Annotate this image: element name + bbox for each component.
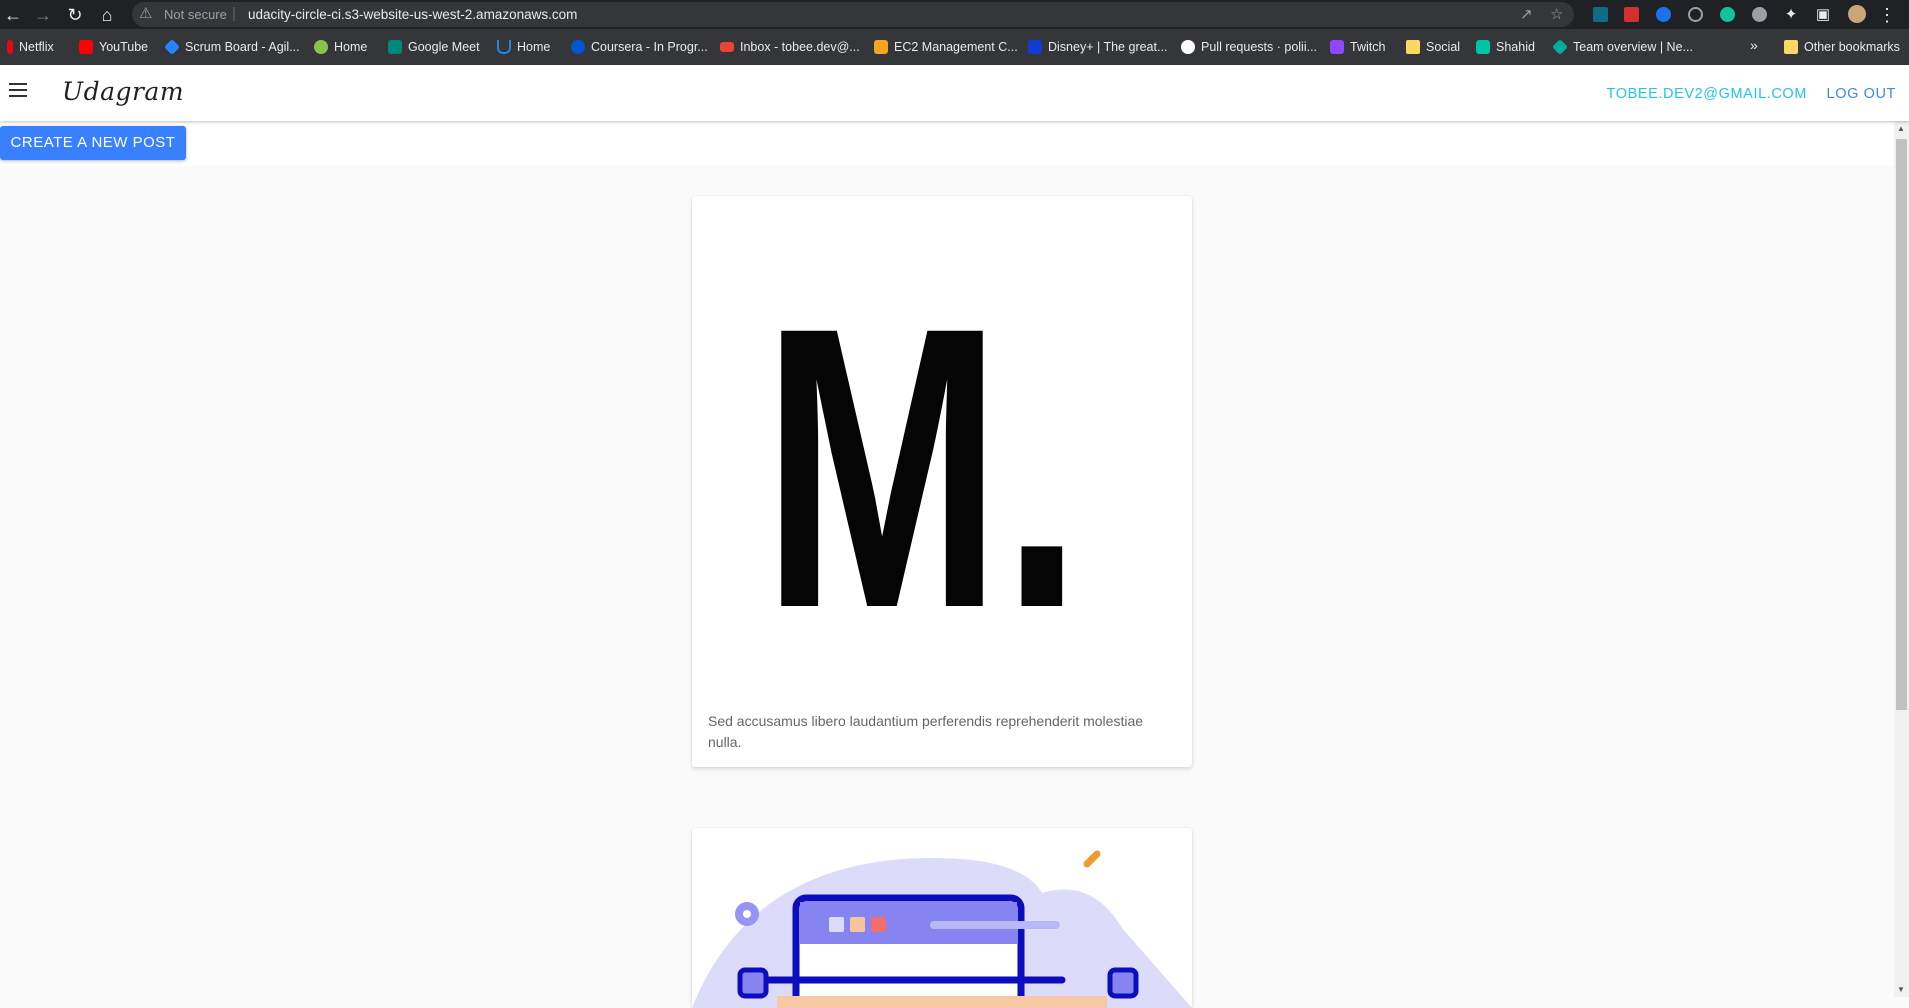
github-icon [1181, 40, 1195, 54]
home-icon[interactable]: ⌂ [96, 4, 118, 26]
share-icon[interactable]: ↗ [1520, 5, 1533, 25]
bookmark-label: Disney+ | The great... [1048, 40, 1168, 54]
post-illustration [692, 850, 1192, 1008]
forward-icon[interactable]: → [32, 4, 54, 26]
bookmark-label: YouTube [99, 40, 149, 54]
bookmark-shahid[interactable]: Shahid [1476, 38, 1535, 56]
illustration-accent [1083, 850, 1101, 868]
post-image-text: M. [762, 244, 1082, 691]
illustration-square [829, 917, 844, 932]
star-icon[interactable]: ☆ [1550, 5, 1563, 25]
browser-toolbar: ← → ↻ ⌂ ⚠ Not secure | udacity-circle-ci… [0, 0, 1909, 29]
home-site-icon [314, 40, 328, 54]
create-post-button[interactable]: CREATE A NEW POST [0, 126, 186, 160]
extension-icon[interactable] [1752, 7, 1767, 22]
content-toolbar [0, 121, 1894, 166]
more-bookmarks-icon[interactable]: » [1750, 37, 1758, 53]
kebab-menu-icon[interactable]: ⋮ [1876, 4, 1898, 26]
bookmark-scrum-board[interactable]: Scrum Board - Agil... [164, 38, 300, 56]
aws-icon [874, 40, 888, 54]
grammarly-icon[interactable] [1720, 7, 1735, 22]
bookmark-label: Social [1426, 40, 1461, 54]
scroll-up-icon[interactable]: ▲ [1897, 124, 1905, 133]
bookmarks-bar: Netflix YouTube Scrum Board - Agil... Ho… [0, 29, 1909, 65]
bookmark-github[interactable]: Pull requests · polii... [1181, 38, 1317, 56]
bookmark-twitch[interactable]: Twitch [1330, 38, 1385, 56]
post-card: M. Sed accusamus libero laudantium perfe… [692, 196, 1192, 767]
illustration-dot-center [743, 910, 751, 918]
gmail-icon [720, 42, 734, 52]
bookmark-label: Scrum Board - Agil... [185, 40, 300, 54]
bookmark-label: Coursera - In Progr... [591, 40, 708, 54]
illustration-square [871, 917, 886, 932]
address-bar[interactable]: ⚠ Not secure | udacity-circle-ci.s3-webs… [132, 2, 1574, 27]
security-label[interactable]: Not secure [164, 7, 227, 22]
extension-icon[interactable] [1624, 7, 1639, 22]
folder-icon [1406, 40, 1420, 54]
profile-avatar[interactable] [1848, 5, 1866, 23]
scroll-thumb[interactable] [1896, 139, 1907, 710]
post-caption: Sed accusamus libero laudantium perferen… [708, 713, 1144, 750]
google-meet-icon [388, 40, 402, 54]
side-panel-icon[interactable]: ▣ [1812, 4, 1834, 26]
user-email-link[interactable]: TOBEE.DEV2@GMAIL.COM [1607, 86, 1808, 102]
netlify-icon [1552, 39, 1568, 55]
bookmark-label: Pull requests · polii... [1201, 40, 1318, 54]
reload-icon[interactable]: ↻ [64, 4, 86, 26]
bookmark-label: EC2 Management C... [894, 40, 1018, 54]
bookmark-home[interactable]: Home [314, 38, 367, 56]
bookmark-folder-social[interactable]: Social [1406, 38, 1460, 56]
bookmark-label: Netflix [19, 40, 54, 54]
bookmark-label: Home [334, 40, 368, 54]
udacity-icon [497, 40, 511, 54]
folder-icon [1784, 40, 1798, 54]
page-scrollbar[interactable]: ▲ ▼ [1894, 121, 1909, 997]
compass-icon[interactable] [1688, 7, 1703, 22]
illustration-line [930, 921, 1060, 929]
illustration-handle [737, 967, 769, 999]
bookmark-ec2[interactable]: EC2 Management C... [874, 38, 1018, 56]
brand-logo[interactable]: Udagram [62, 77, 184, 106]
bookmark-label: Home [517, 40, 551, 54]
shahid-icon [1476, 40, 1490, 54]
extension-icon[interactable] [1656, 7, 1671, 22]
bookmark-label: Other bookmarks [1804, 40, 1900, 54]
bookmark-label: Inbox - tobee.dev@... [740, 40, 860, 54]
coursera-icon [571, 40, 585, 54]
puzzle-icon[interactable]: ✦ [1780, 4, 1802, 26]
bookmark-team-overview[interactable]: Team overview | Ne... [1552, 38, 1693, 56]
extension-icon[interactable] [1593, 7, 1608, 22]
twitch-icon [1330, 40, 1344, 54]
bookmark-label: Google Meet [408, 40, 480, 54]
disney-icon [1028, 40, 1042, 54]
bookmark-disney[interactable]: Disney+ | The great... [1028, 38, 1167, 56]
bookmark-gmail[interactable]: Inbox - tobee.dev@... [720, 38, 860, 56]
post-card [692, 828, 1192, 1008]
bookmark-google-meet[interactable]: Google Meet [388, 38, 480, 56]
bookmark-label: Shahid [1496, 40, 1535, 54]
app-header: Udagram TOBEE.DEV2@GMAIL.COM LOG OUT [0, 65, 1909, 121]
jira-icon [164, 39, 180, 55]
logout-button[interactable]: LOG OUT [1827, 86, 1896, 102]
bookmark-home-udacity[interactable]: Home [497, 38, 550, 56]
bookmark-netflix[interactable]: Netflix [7, 38, 54, 56]
bookmark-label: Team overview | Ne... [1573, 40, 1693, 54]
other-bookmarks[interactable]: Other bookmarks [1784, 38, 1900, 56]
back-icon[interactable]: ← [2, 4, 24, 26]
url-separator: | [232, 5, 236, 22]
post-image: M. [762, 244, 1082, 691]
illustration-base [777, 996, 1107, 1008]
illustration-handle [1107, 967, 1139, 999]
warning-icon[interactable]: ⚠ [139, 4, 152, 24]
illustration-square [850, 917, 865, 932]
scroll-down-icon[interactable]: ▼ [1897, 985, 1905, 994]
youtube-icon [79, 40, 93, 54]
bookmark-coursera[interactable]: Coursera - In Progr... [571, 38, 708, 56]
hamburger-menu-icon[interactable] [9, 83, 27, 97]
url-text[interactable]: udacity-circle-ci.s3-website-us-west-2.a… [248, 7, 577, 22]
netflix-icon [7, 40, 13, 54]
bookmark-label: Twitch [1350, 40, 1386, 54]
bookmark-youtube[interactable]: YouTube [79, 38, 148, 56]
